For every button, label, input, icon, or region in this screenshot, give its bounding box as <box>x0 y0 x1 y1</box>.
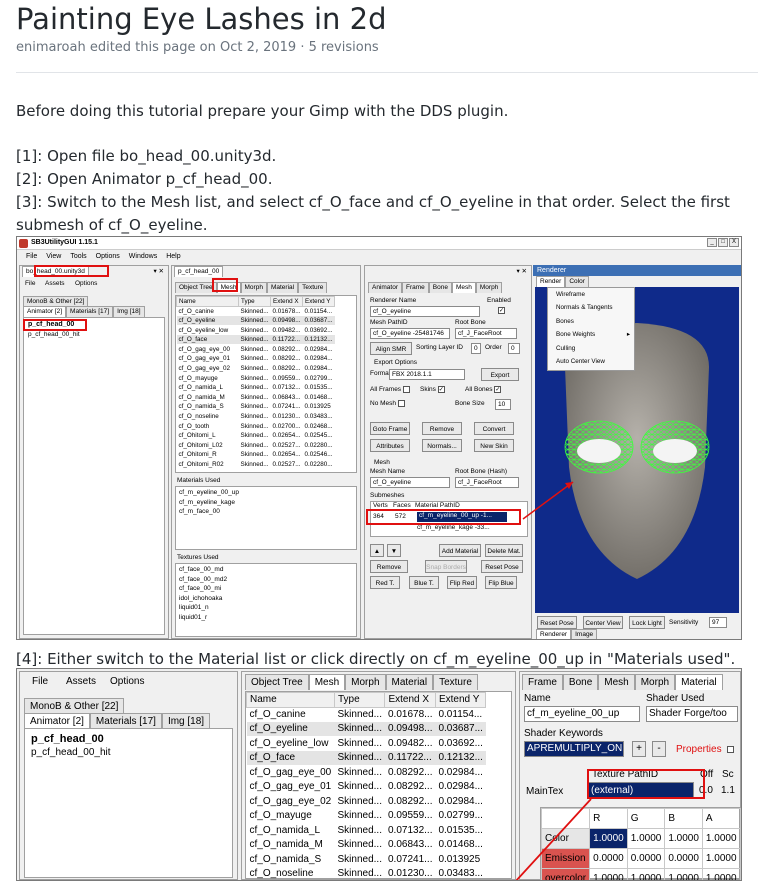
step-3: [3]: Switch to the Mesh list, and select… <box>16 193 730 234</box>
step-2: [2]: Open Animator p_cf_head_00. <box>16 170 273 188</box>
author-link[interactable]: enimaroah <box>16 40 86 55</box>
screenshot-sb3utility-mesh: SB3UtilityGUI 1.15.1 _ □ X File View Too… <box>16 236 742 640</box>
page-meta: enimaroah edited this page on Oct 2, 201… <box>16 40 379 55</box>
edit-info: edited this page on Oct 2, 2019 · 5 revi… <box>89 40 379 55</box>
page-title: Painting Eye Lashes in 2d <box>16 2 387 36</box>
step-1: [1]: Open file bo_head_00.unity3d. <box>16 147 277 165</box>
annotation-arrow <box>522 481 574 520</box>
annotation-arrow <box>515 798 592 880</box>
header-divider <box>16 72 758 73</box>
intro-paragraph: Before doing this tutorial prepare your … <box>16 102 509 120</box>
screenshot-sb3utility-material: File Assets Options MonoB & Other [22] A… <box>16 668 742 881</box>
